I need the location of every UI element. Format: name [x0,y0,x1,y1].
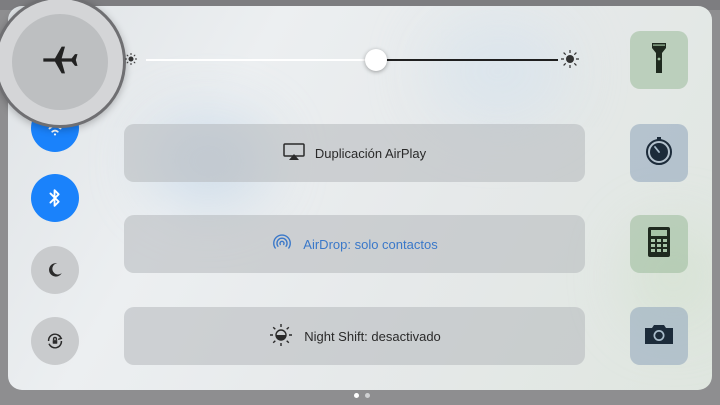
page-indicator[interactable] [350,393,374,399]
airplane-icon [40,40,80,85]
brightness-slider[interactable] [124,48,594,72]
night-shift-icon [268,322,294,351]
bluetooth-icon [46,187,64,209]
brightness-knob[interactable] [365,49,387,71]
rotation-lock-icon [44,330,66,352]
airplane-toggle-face [12,14,108,110]
airdrop-icon [271,232,293,257]
flashlight-icon [650,41,668,80]
calculator-button[interactable] [630,215,688,273]
moon-icon [46,261,64,279]
camera-button[interactable] [630,307,688,365]
camera-icon [643,322,675,351]
airplay-mirroring-button[interactable]: Duplicación AirPlay [124,124,585,182]
page-dot [365,393,370,398]
timer-button[interactable] [630,124,688,182]
night-shift-label: Night Shift: desactivado [304,328,441,344]
brightness-track-filled [146,59,376,61]
airdrop-label: AirDrop: solo contactos [303,236,438,252]
airplay-label: Duplicación AirPlay [314,145,427,161]
sun-small-icon [124,52,138,71]
calculator-icon [647,226,671,263]
night-shift-button[interactable]: Night Shift: desactivado [124,307,585,365]
bluetooth-toggle[interactable] [31,174,79,222]
sun-large-icon [560,49,580,74]
do-not-disturb-toggle[interactable] [31,246,79,294]
flashlight-button[interactable] [630,31,688,89]
rotation-lock-toggle[interactable] [31,317,79,365]
airplay-icon [283,142,305,164]
airdrop-button[interactable]: AirDrop: solo contactos [124,215,585,273]
timer-icon [643,135,675,172]
page-dot-active [354,393,359,398]
brightness-track-empty [376,59,558,61]
